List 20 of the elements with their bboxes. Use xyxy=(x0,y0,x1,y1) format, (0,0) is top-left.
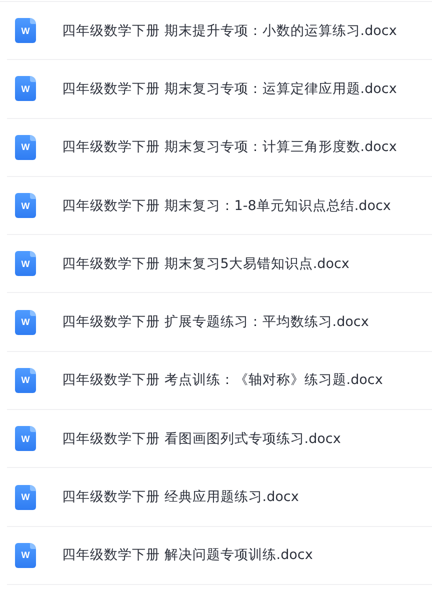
word-document-icon: W xyxy=(15,134,36,160)
file-name[interactable]: 四年级数学下册 经典应用题练习.docx xyxy=(62,488,299,506)
file-name[interactable]: 四年级数学下册 期末复习专项：计算三角形度数.docx xyxy=(62,138,397,156)
file-name[interactable]: 四年级数学下册 扩展专题练习：平均数练习.docx xyxy=(62,313,369,332)
file-name[interactable]: 四年级数学下册 期末复习：1-8单元知识点总结.docx xyxy=(62,196,391,215)
file-name[interactable]: 四年级数学下册 看图画图列式专项练习.docx xyxy=(62,430,341,448)
file-name[interactable]: 四年级数学下册 考点训练：《轴对称》练习题.docx xyxy=(62,371,383,390)
word-document-icon: W xyxy=(15,368,36,393)
word-document-icon: W xyxy=(15,542,36,568)
word-document-icon: W xyxy=(15,310,36,335)
word-document-icon: W xyxy=(15,251,36,276)
file-name[interactable]: 四年级数学下册 期末复习专项：运算定律应用题.docx xyxy=(62,80,397,98)
word-document-icon: W xyxy=(15,76,36,102)
word-document-icon: W xyxy=(15,193,36,218)
file-name[interactable]: 四年级数学下册 期末复习5大易错知识点.docx xyxy=(62,254,350,273)
file-name[interactable]: 四年级数学下册 期末提升专项：小数的运算练习.docx xyxy=(62,22,397,40)
file-name[interactable]: 四年级数学下册 解决问题专项训练.docx xyxy=(62,546,313,564)
word-document-icon: W xyxy=(15,484,36,510)
word-document-icon: W xyxy=(15,426,36,452)
word-document-icon: W xyxy=(15,18,36,44)
